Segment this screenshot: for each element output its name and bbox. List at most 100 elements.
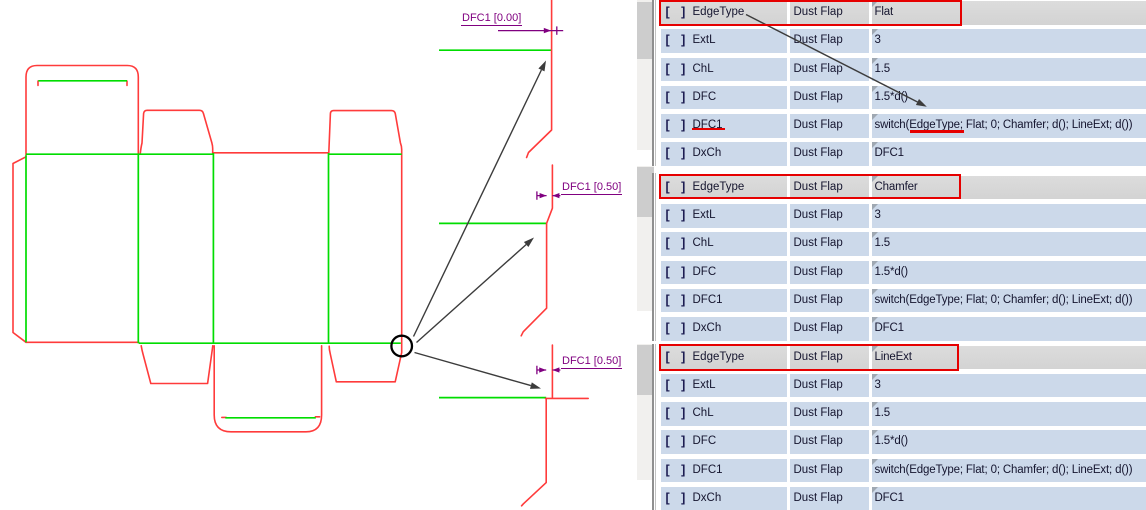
param-category[interactable]: Dust Flap: [790, 430, 869, 454]
param-value[interactable]: 3: [872, 204, 1146, 228]
param-name: EdgeType: [693, 1, 745, 25]
param-value[interactable]: DFC1: [872, 142, 1146, 166]
table-border: [655, 0, 656, 166]
top-dust-flap-1: [140, 110, 213, 154]
param-category[interactable]: Dust Flap: [790, 114, 869, 138]
checkbox-icon[interactable]: [ ]: [666, 204, 687, 228]
bottom-dust-flap-1: [141, 346, 213, 384]
checkbox-icon[interactable]: [ ]: [666, 29, 687, 53]
arrow-to-lineext-detail: [415, 353, 531, 386]
param-category[interactable]: Dust Flap: [790, 261, 869, 285]
dimension-label-lineext: DFC1 [0.50]: [561, 355, 622, 369]
checkbox-icon[interactable]: [ ]: [666, 402, 687, 426]
checkbox-icon[interactable]: [ ]: [666, 86, 687, 110]
detail-view-lineext: [439, 345, 588, 506]
param-value[interactable]: LineExt: [872, 346, 1146, 370]
param-name: DFC1: [693, 289, 723, 313]
table-row[interactable]: [ ]ChL Dust Flap 1.5: [661, 58, 1146, 82]
param-category[interactable]: Dust Flap: [790, 374, 869, 398]
param-value[interactable]: 3: [872, 29, 1146, 53]
param-value[interactable]: switch(EdgeType; Flat; 0; Chamfer; d(); …: [872, 459, 1146, 483]
checkbox-icon[interactable]: [ ]: [666, 487, 687, 510]
checkbox-icon[interactable]: [ ]: [666, 374, 687, 398]
param-value[interactable]: switch(EdgeType; Flat; 0; Chamfer; d(); …: [872, 289, 1146, 313]
table-row[interactable]: [ ]ExtL Dust Flap 3: [661, 29, 1146, 53]
checkbox-icon[interactable]: [ ]: [666, 459, 687, 483]
checkbox-icon[interactable]: [ ]: [666, 261, 687, 285]
checkbox-icon[interactable]: [ ]: [666, 346, 687, 370]
param-value[interactable]: 1.5: [872, 58, 1146, 82]
table-row[interactable]: [ ] DFC Dust Flap 1.5*d(): [661, 430, 1146, 454]
checkbox-icon[interactable]: [ ]: [666, 142, 687, 166]
checkbox-icon[interactable]: [ ]: [666, 317, 687, 341]
param-name: ChL: [693, 402, 714, 426]
table-row[interactable]: [ ]EdgeType Dust Flap LineExt: [661, 346, 1146, 370]
param-value[interactable]: 1.5: [872, 232, 1146, 256]
table-border: [652, 0, 654, 166]
table-row[interactable]: [ ]DxCh Dust Flap DFC1: [661, 142, 1146, 166]
checkbox-icon[interactable]: [ ]: [666, 1, 687, 25]
param-category[interactable]: Dust Flap: [790, 176, 869, 200]
param-category[interactable]: Dust Flap: [790, 29, 869, 53]
corner-marker: [872, 176, 878, 182]
corner-marker: [872, 289, 878, 295]
param-value-text: 3: [875, 209, 881, 221]
param-value-text: 1.5*d(): [875, 91, 908, 103]
param-value[interactable]: Chamfer: [872, 176, 1146, 200]
param-category[interactable]: Dust Flap: [790, 289, 869, 313]
param-category[interactable]: Dust Flap: [790, 1, 869, 25]
corner-marker: [872, 430, 878, 436]
checkbox-icon[interactable]: [ ]: [666, 289, 687, 313]
param-value[interactable]: 1.5*d(): [872, 430, 1146, 454]
param-name: DFC: [693, 261, 717, 285]
table-row[interactable]: [ ]EdgeType Dust Flap Chamfer: [661, 176, 1146, 200]
detail-view-chamfer: [439, 165, 560, 336]
param-category[interactable]: Dust Flap: [790, 487, 869, 510]
param-category[interactable]: Dust Flap: [790, 402, 869, 426]
table-row[interactable]: [ ]DxCh Dust Flap DFC1: [661, 487, 1146, 510]
table-row[interactable]: [ ]ExtL Dust Flap 3: [661, 204, 1146, 228]
table-row[interactable]: [ ] ChL Dust Flap 1.5: [661, 402, 1146, 426]
param-value[interactable]: switch(EdgeType; Flat; 0; Chamfer; d(); …: [872, 114, 1146, 138]
param-category[interactable]: Dust Flap: [790, 459, 869, 483]
param-name: DFC1: [693, 459, 723, 483]
param-value[interactable]: 1.5*d(): [872, 86, 1146, 110]
table-row[interactable]: [ ] DFC1 Dust Flap switch(EdgeType; Flat;…: [661, 459, 1146, 483]
table-row[interactable]: [ ]ExtL Dust Flap 3: [661, 374, 1146, 398]
arrow-to-flat-detail: [414, 70, 542, 337]
param-name: DFC: [693, 430, 717, 454]
checkbox-icon[interactable]: [ ]: [666, 58, 687, 82]
param-name: DFC1: [693, 114, 723, 138]
corner-marker: [872, 29, 878, 35]
table-row[interactable]: [ ]ChL Dust Flap 1.5: [661, 232, 1146, 256]
param-value[interactable]: 1.5*d(): [872, 261, 1146, 285]
table-row[interactable]: [ ] EdgeType Dust Flap Flat: [661, 1, 1146, 25]
table-border: [652, 344, 654, 510]
table-row[interactable]: [ ] DFC Dust Flap 1.5*d(): [661, 261, 1146, 285]
table-row[interactable]: [ ]DxCh Dust Flap DFC1: [661, 317, 1146, 341]
param-value-text: Chamfer: [875, 181, 918, 193]
param-value[interactable]: 3: [872, 374, 1146, 398]
param-category[interactable]: Dust Flap: [790, 346, 869, 370]
table-row[interactable]: [ ]DFC Dust Flap 1.5*d(): [661, 86, 1146, 110]
checkbox-icon[interactable]: [ ]: [666, 232, 687, 256]
param-value[interactable]: 1.5: [872, 402, 1146, 426]
param-value-text: 1.5: [875, 237, 891, 249]
param-category[interactable]: Dust Flap: [790, 58, 869, 82]
table-row[interactable]: [ ] DFC1 Dust Flap switch(EdgeType; Flat;…: [661, 289, 1146, 313]
param-category[interactable]: Dust Flap: [790, 86, 869, 110]
param-value[interactable]: Flat: [872, 1, 1146, 25]
checkbox-icon[interactable]: [ ]: [666, 176, 687, 200]
parameter-table-flat: [ ] EdgeType Dust Flap Flat [ ]ExtL Dust …: [661, 1, 1146, 171]
param-category[interactable]: Dust Flap: [790, 204, 869, 228]
param-category[interactable]: Dust Flap: [790, 142, 869, 166]
checkbox-icon[interactable]: [ ]: [666, 114, 687, 138]
param-value-text: 3: [875, 34, 881, 46]
param-value-text: 3: [875, 379, 881, 391]
checkbox-icon[interactable]: [ ]: [666, 430, 687, 454]
param-category[interactable]: Dust Flap: [790, 232, 869, 256]
table-row[interactable]: [ ] DFC1 Dust Flap switch(EdgeType; Flat;…: [661, 114, 1146, 138]
param-value[interactable]: DFC1: [872, 487, 1146, 510]
param-value[interactable]: DFC1: [872, 317, 1146, 341]
param-category[interactable]: Dust Flap: [790, 317, 869, 341]
